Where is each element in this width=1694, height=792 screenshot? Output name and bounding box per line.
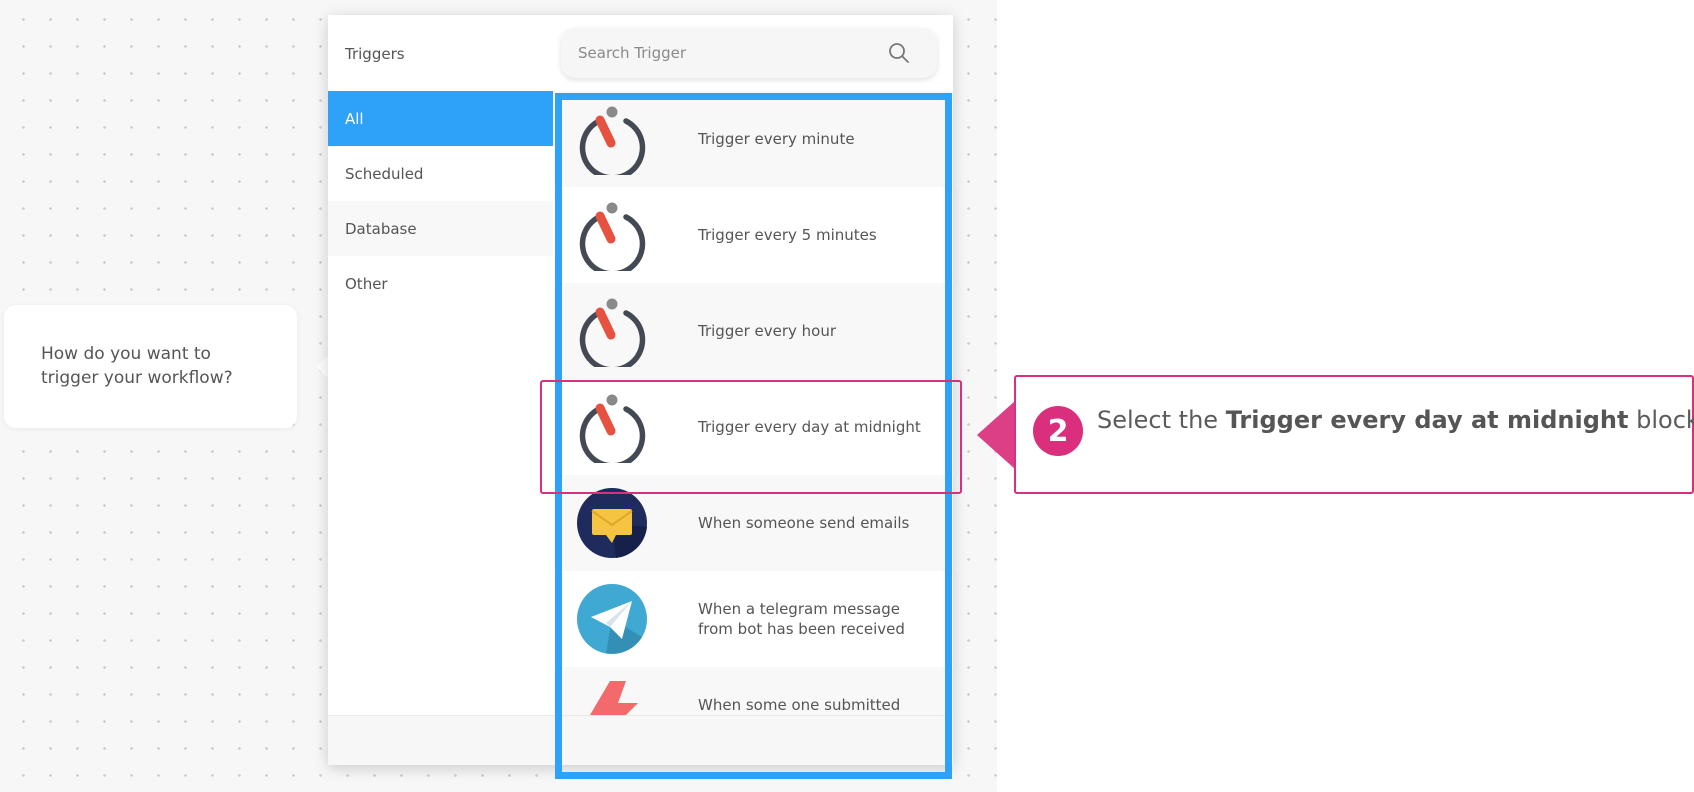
- trigger-item-every-day-midnight[interactable]: Trigger every day at midnight: [554, 379, 953, 475]
- instruction-suffix: block: [1628, 406, 1694, 434]
- search-box[interactable]: [561, 28, 937, 78]
- trigger-item-telegram[interactable]: When a telegram message from bot has bee…: [554, 571, 953, 667]
- trigger-label: When a telegram message from bot has bee…: [698, 600, 905, 638]
- category-scheduled[interactable]: Scheduled: [328, 146, 553, 201]
- category-label: Other: [345, 274, 388, 293]
- category-list: All Scheduled Database Other: [328, 91, 553, 311]
- category-all[interactable]: All: [328, 91, 553, 146]
- question-bubble: How do you want to trigger your workflow…: [4, 305, 297, 428]
- trigger-label: Trigger every 5 minutes: [698, 226, 877, 244]
- search-input[interactable]: [578, 44, 878, 62]
- category-other[interactable]: Other: [328, 256, 553, 311]
- timer-icon: [576, 199, 648, 271]
- trigger-label: When someone send emails: [698, 514, 910, 532]
- search-icon[interactable]: [887, 41, 911, 70]
- trigger-item-every-hour[interactable]: Trigger every hour: [554, 283, 953, 379]
- trigger-item-every-5-minutes[interactable]: Trigger every 5 minutes: [554, 187, 953, 283]
- timer-icon: [576, 103, 648, 175]
- trigger-item-complaints-db[interactable]: When some one submitted data to Complain…: [554, 667, 953, 715]
- trigger-list[interactable]: Trigger every minute Trigger every 5 min…: [554, 91, 953, 715]
- category-label: Database: [345, 219, 417, 238]
- callout-pointer: [977, 401, 1015, 469]
- step-badge: 2: [1033, 406, 1083, 456]
- email-icon: [576, 487, 648, 559]
- question-text: How do you want to trigger your workflow…: [41, 344, 233, 388]
- telegram-icon: [576, 583, 648, 655]
- instruction-callout: 2 Select the Trigger every day at midnig…: [1014, 375, 1694, 494]
- trigger-label: Trigger every day at midnight: [698, 418, 921, 436]
- timer-icon: [576, 295, 648, 367]
- trigger-item-every-minute[interactable]: Trigger every minute: [554, 91, 953, 187]
- trigger-item-email[interactable]: When someone send emails: [554, 475, 953, 571]
- instruction-text: Select the Trigger every day at midnight…: [1097, 406, 1694, 434]
- timer-icon: [576, 391, 648, 463]
- trigger-label: When some one submitted data to Complain…: [698, 696, 901, 714]
- trigger-label: Trigger every minute: [698, 130, 855, 148]
- category-label: Scheduled: [345, 164, 424, 183]
- trigger-label: Trigger every hour: [698, 322, 837, 340]
- category-label: All: [345, 109, 364, 128]
- panel-footer: [328, 715, 953, 765]
- instruction-prefix: Select the: [1097, 406, 1226, 434]
- trigger-panel: Triggers All Scheduled Database Other Tr…: [328, 15, 953, 765]
- lightning-icon: [576, 679, 648, 715]
- category-database[interactable]: Database: [328, 201, 553, 256]
- instruction-emphasis: Trigger every day at midnight: [1225, 406, 1629, 434]
- panel-title: Triggers: [345, 45, 405, 63]
- bubble-tail: [316, 356, 328, 378]
